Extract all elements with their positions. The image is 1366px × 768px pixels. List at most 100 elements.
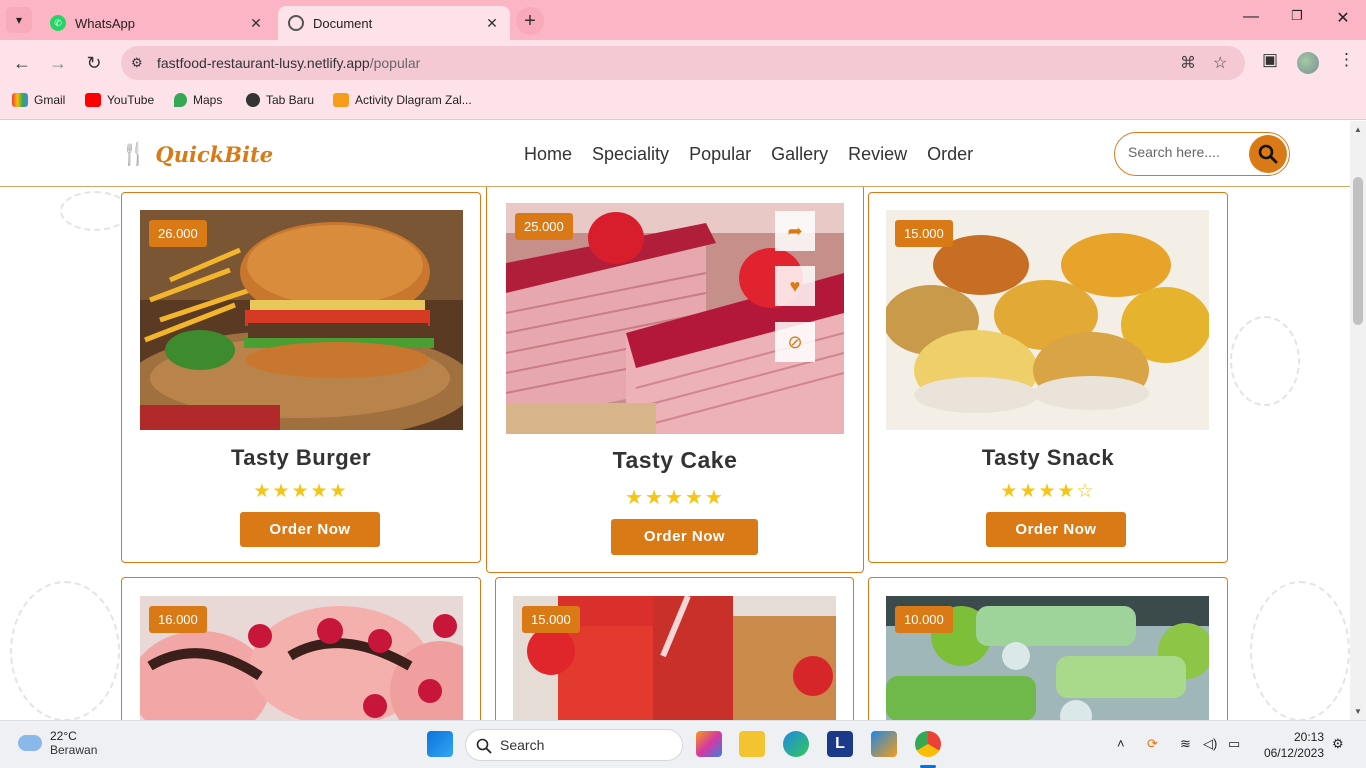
nav-review[interactable]: Review	[848, 144, 907, 165]
price-badge: 10.000	[895, 606, 953, 633]
page-scrollbar[interactable]: ▲ ▼	[1350, 121, 1366, 720]
search-input[interactable]	[1128, 144, 1248, 160]
product-card-cupcake: 16.000	[121, 577, 481, 720]
search-icon	[476, 738, 492, 754]
product-card-burger: 26.000 Tasty Burger ★★★★★ Order Now	[121, 192, 481, 563]
back-icon[interactable]: ←	[9, 50, 35, 76]
bookmark-maps[interactable]: Maps	[174, 93, 222, 107]
tab-whatsapp[interactable]: ✆ WhatsApp ✕	[40, 6, 274, 40]
price-badge: 16.000	[149, 606, 207, 633]
close-tab-icon[interactable]: ✕	[246, 15, 266, 32]
nav-popular[interactable]: Popular	[689, 144, 751, 165]
bookmarks-bar: Gmail YouTube Maps Tab Baru Activity Dla…	[0, 86, 1366, 120]
app-l-icon[interactable]: L	[827, 731, 853, 757]
tab-title: WhatsApp	[75, 15, 135, 31]
system-clock[interactable]: 20:13 06/12/2023	[1258, 729, 1324, 761]
url-text[interactable]: fastfood-restaurant-lusy.netlify.app/pop…	[157, 55, 420, 71]
search-icon	[1258, 144, 1278, 164]
product-name: Tasty Cake	[612, 447, 738, 473]
background-doodle	[60, 191, 130, 231]
copilot-icon[interactable]	[696, 731, 722, 757]
sync-icon[interactable]: ⟳	[1147, 736, 1158, 752]
store-icon[interactable]	[871, 731, 897, 757]
forward-icon[interactable]: →	[45, 50, 71, 76]
reload-icon[interactable]: ↻	[81, 50, 107, 76]
close-tab-icon[interactable]: ✕	[482, 15, 502, 32]
weather-desc: Berawan	[50, 743, 98, 757]
minimize-icon[interactable]: —	[1231, 8, 1271, 26]
cupcake-image: 16.000	[140, 596, 463, 720]
bookmark-star-icon[interactable]: ☆	[1213, 53, 1227, 73]
snack-image: 15.000	[886, 210, 1209, 430]
product-name: Tasty Snack	[981, 445, 1115, 470]
globe-icon	[288, 15, 304, 31]
bookmark-activity-diagram[interactable]: Activity Dlagram Zal...	[333, 93, 472, 107]
site-header: 🍴 QuickBite Home Speciality Popular Gall…	[0, 121, 1350, 187]
drawio-icon	[333, 93, 349, 107]
menu-kebab-icon[interactable]: ⋮	[1338, 50, 1355, 70]
nav-speciality[interactable]: Speciality	[592, 144, 669, 165]
share-icon[interactable]: ➦	[775, 211, 815, 251]
search-button[interactable]	[1249, 135, 1287, 173]
taskbar-search-label: Search	[500, 737, 545, 753]
weather-widget[interactable]: 22°C Berawan	[18, 729, 97, 757]
price-badge: 25.000	[515, 213, 573, 240]
weather-temp: 22°C	[50, 729, 77, 743]
background-doodle	[1250, 581, 1350, 720]
scroll-down-icon[interactable]: ▼	[1350, 707, 1366, 716]
scroll-thumb[interactable]	[1353, 177, 1363, 325]
site-search	[1114, 132, 1290, 176]
notification-icon[interactable]: ⚙	[1332, 736, 1344, 752]
juice-image: 15.000	[513, 596, 836, 720]
price-badge: 26.000	[149, 220, 207, 247]
edge-icon[interactable]	[783, 731, 809, 757]
bookmark-youtube[interactable]: YouTube	[85, 93, 154, 107]
browser-toolbar: ← → ↻ ⚙ fastfood-restaurant-lusy.netlify…	[0, 40, 1366, 86]
profile-avatar[interactable]	[1297, 52, 1319, 74]
nav-home[interactable]: Home	[524, 144, 572, 165]
product-card-popsicle: 10.000	[868, 577, 1228, 720]
battery-icon[interactable]: ▭	[1228, 736, 1240, 752]
side-panel-icon[interactable]: ▣	[1262, 50, 1278, 70]
address-bar[interactable]: ⚙ fastfood-restaurant-lusy.netlify.app/p…	[121, 46, 1245, 80]
tab-title: Document	[313, 15, 373, 31]
web-page: 26.000 Tasty Burger ★★★★★ Order Now 25.0…	[0, 121, 1350, 720]
order-now-button[interactable]: Order Now	[986, 512, 1126, 547]
brand-name: QuickBite	[155, 141, 274, 167]
file-explorer-icon[interactable]	[739, 731, 765, 757]
wifi-icon[interactable]: ≋	[1180, 736, 1191, 752]
globe-icon	[246, 93, 260, 107]
restore-icon[interactable]: ❐	[1277, 8, 1317, 24]
rating-stars: ★★★★★	[253, 481, 349, 502]
bookmark-gmail[interactable]: Gmail	[12, 93, 65, 107]
site-info-icon[interactable]: ⚙	[131, 55, 143, 71]
product-card-juice: 15.000	[495, 577, 854, 720]
taskbar-search[interactable]: Search	[465, 729, 683, 761]
scroll-up-icon[interactable]: ▲	[1350, 125, 1366, 134]
order-now-button[interactable]: Order Now	[611, 519, 758, 555]
price-badge: 15.000	[522, 606, 580, 633]
bookmark-tab-baru[interactable]: Tab Baru	[246, 93, 314, 107]
burger-image: 26.000	[140, 210, 463, 430]
tab-document[interactable]: Document ✕	[278, 6, 510, 40]
new-tab-button[interactable]: +	[516, 7, 544, 35]
windows-start-icon[interactable]	[427, 731, 453, 757]
order-now-button[interactable]: Order Now	[240, 512, 380, 547]
heart-icon[interactable]: ♥	[775, 266, 815, 306]
product-name: Tasty Burger	[230, 445, 372, 470]
volume-icon[interactable]: ◁)	[1203, 736, 1217, 752]
brand-logo[interactable]: 🍴 QuickBite	[120, 141, 273, 167]
nav-gallery[interactable]: Gallery	[771, 144, 828, 165]
chrome-icon[interactable]	[915, 731, 941, 757]
gmail-icon	[12, 93, 28, 107]
product-card-snack: 15.000 Tasty Snack ★★★★☆ Order Now	[868, 192, 1228, 563]
nav-order[interactable]: Order	[927, 144, 973, 165]
cake-image: 25.000 ➦ ♥ ⊘	[506, 203, 844, 434]
windows-taskbar: 22°C Berawan Search L ˄ ⟳ ≋ ◁) ▭ 20:13 0…	[0, 720, 1366, 768]
eye-slash-icon[interactable]: ⊘	[775, 322, 815, 362]
close-window-icon[interactable]: ✕	[1323, 8, 1363, 28]
show-hidden-icons[interactable]: ˄	[1117, 736, 1125, 751]
translate-icon[interactable]: ⌘	[1180, 53, 1196, 73]
cloud-icon	[18, 735, 42, 751]
tab-search-button[interactable]: ▾	[6, 7, 32, 33]
